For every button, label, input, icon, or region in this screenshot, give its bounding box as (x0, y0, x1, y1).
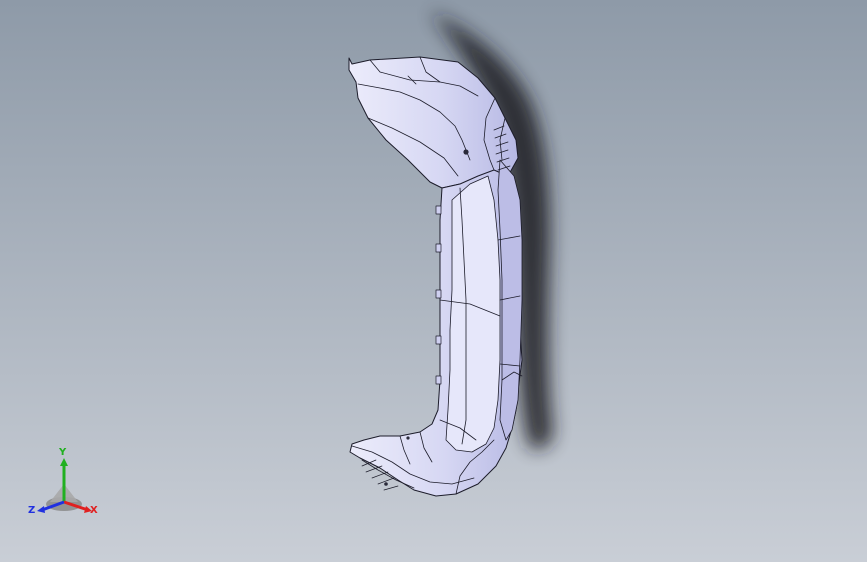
graphics-viewport[interactable]: Y X Z (0, 0, 867, 562)
mounting-hole (463, 149, 469, 155)
bottom-hole-2 (384, 482, 388, 486)
model-canvas[interactable] (0, 0, 867, 562)
z-axis-label: Z (28, 505, 36, 516)
y-axis-arrow (60, 458, 68, 466)
coordinate-triad[interactable]: Y X Z (28, 448, 102, 522)
z-axis-arrow (37, 506, 45, 513)
x-axis-label: X (90, 505, 98, 516)
bottom-hole (406, 436, 410, 440)
y-axis-label: Y (59, 447, 67, 458)
bumper-channel-face (445, 175, 501, 453)
